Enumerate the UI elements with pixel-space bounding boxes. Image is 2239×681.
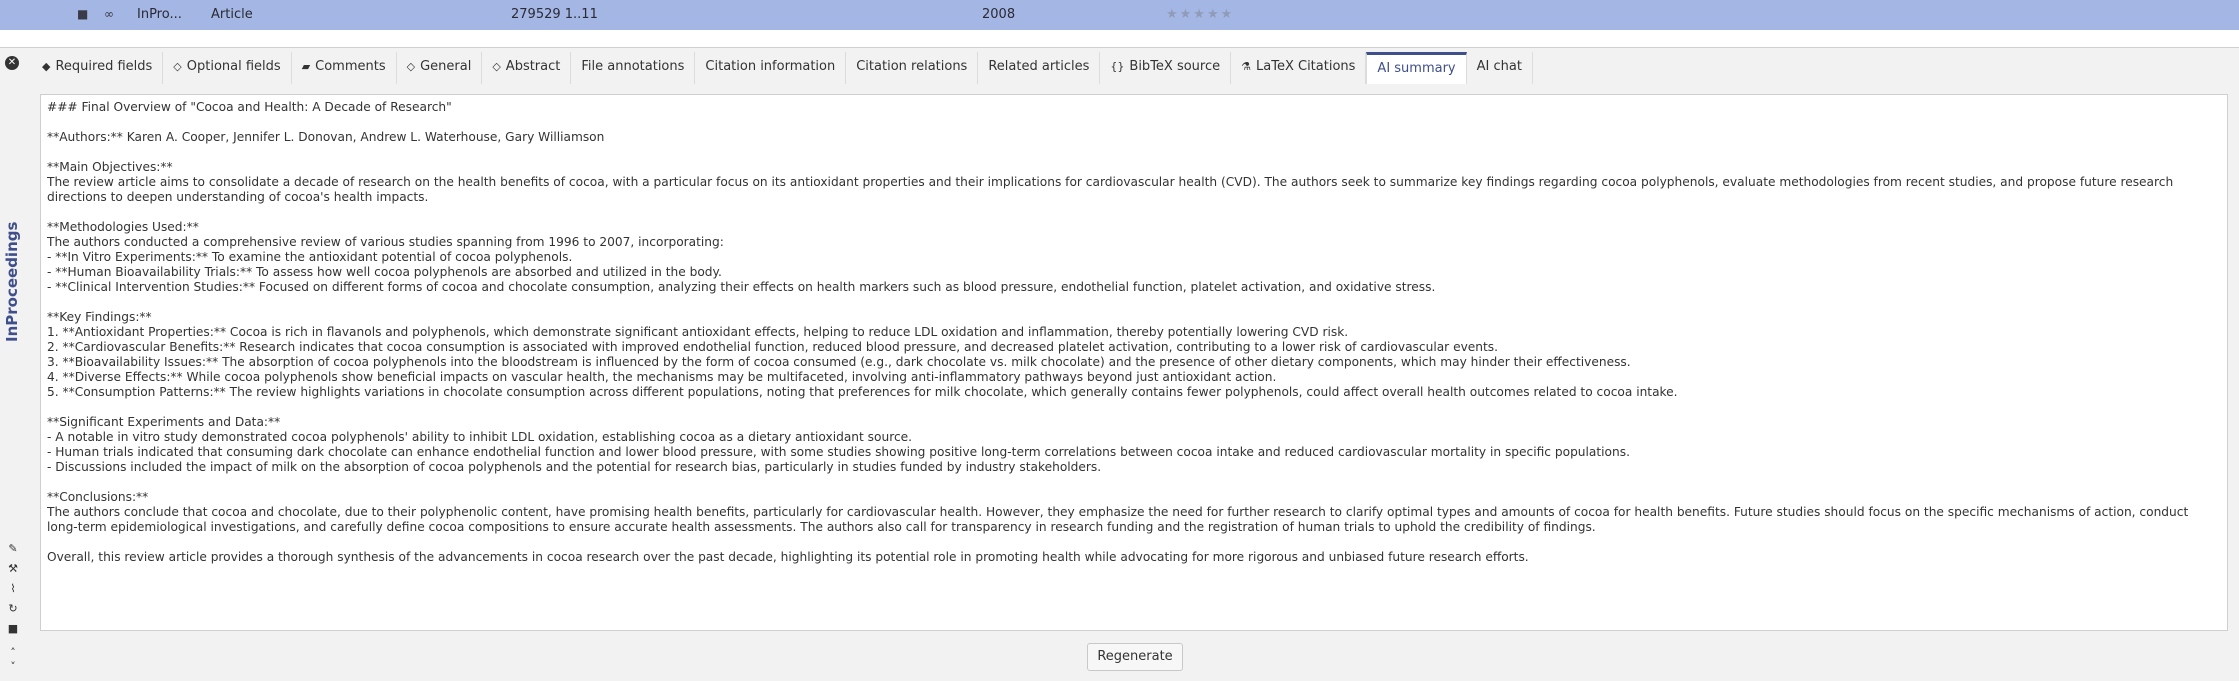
summary-line: 4. **Diverse Effects:** While cocoa poly… bbox=[47, 370, 1277, 384]
tag-outline-icon: ◇ bbox=[492, 60, 501, 73]
regenerate-button[interactable]: Regenerate bbox=[1087, 643, 1183, 671]
summary-line: - **In Vitro Experiments:** To examine t… bbox=[47, 250, 573, 264]
rating-stars[interactable]: ★★★★★ bbox=[1166, 7, 1234, 22]
entry-type-short: InPro... bbox=[137, 7, 182, 22]
summary-line bbox=[47, 295, 2221, 310]
tab-related-articles[interactable]: Related articles bbox=[978, 52, 1101, 84]
braces-icon: {} bbox=[1110, 60, 1125, 73]
table-bottom-area bbox=[0, 30, 2239, 48]
entry-year: 2008 bbox=[982, 7, 1016, 22]
summary-line: The authors conclude that cocoa and choc… bbox=[47, 505, 2189, 534]
summary-line: The authors conducted a comprehensive re… bbox=[47, 235, 724, 249]
chevron-up-icon[interactable]: ˄ bbox=[5, 646, 21, 660]
summary-line: **Main Objectives:** bbox=[47, 160, 173, 174]
tab-bibtex-source[interactable]: {} BibTeX source bbox=[1100, 52, 1232, 84]
entry-pages: 279529 1..11 bbox=[511, 7, 598, 22]
summary-line bbox=[47, 205, 2221, 220]
tab-latex-citations[interactable]: ⚗ LaTeX Citations bbox=[1231, 52, 1367, 84]
brush-icon[interactable]: ⌇ bbox=[5, 582, 21, 596]
tab-comments[interactable]: ▰ Comments bbox=[291, 52, 397, 84]
entry-type: Article bbox=[211, 7, 253, 22]
link-icon[interactable]: ∞ bbox=[104, 7, 114, 21]
summary-line: 2. **Cardiovascular Benefits:** Research… bbox=[47, 340, 1499, 354]
summary-line: **Significant Experiments and Data:** bbox=[47, 415, 281, 429]
summary-line bbox=[47, 400, 2221, 415]
summary-line: The review article aims to consolidate a… bbox=[47, 175, 2174, 204]
comment-icon: ▰ bbox=[301, 60, 311, 73]
summary-line: 3. **Bioavailability Issues:** The absor… bbox=[47, 355, 1631, 369]
tag-outline-icon: ◇ bbox=[406, 60, 416, 73]
latex-icon: ⚗ bbox=[1241, 60, 1252, 73]
summary-line: **Authors:** Karen A. Cooper, Jennifer L… bbox=[47, 130, 605, 144]
summary-line: **Conclusions:** bbox=[47, 490, 149, 504]
summary-line: **Key Findings:** bbox=[47, 310, 152, 324]
summary-line: Overall, this review article provides a … bbox=[47, 550, 1529, 564]
entry-table-selected-row[interactable]: ■ ∞ InPro... Article 279529 1..11 2008 ★… bbox=[0, 0, 2239, 30]
summary-line bbox=[47, 475, 2221, 490]
tab-citation-relations[interactable]: Citation relations bbox=[846, 52, 979, 84]
summary-line: - **Clinical Intervention Studies:** Foc… bbox=[47, 280, 1436, 294]
close-icon[interactable]: ✕ bbox=[5, 56, 19, 70]
refresh-icon[interactable]: ↻ bbox=[5, 602, 21, 616]
summary-line: 5. **Consumption Patterns:** The review … bbox=[47, 385, 1678, 399]
tag-outline-icon: ◇ bbox=[173, 60, 182, 73]
chevron-down-icon[interactable]: ˅ bbox=[5, 660, 21, 674]
tab-citation-information[interactable]: Citation information bbox=[695, 52, 847, 84]
file-icon[interactable]: ■ bbox=[77, 7, 88, 21]
summary-line: **Methodologies Used:** bbox=[47, 220, 199, 234]
wrench-icon[interactable]: ⚒ bbox=[5, 562, 21, 576]
summary-line: ### Final Overview of "Cocoa and Health:… bbox=[47, 100, 452, 114]
summary-line bbox=[47, 535, 2221, 550]
summary-line: - **Human Bioavailability Trials:** To a… bbox=[47, 265, 722, 279]
pencil-icon[interactable]: ✎ bbox=[5, 542, 21, 556]
entry-editor-side-panel: ✕ InProceedings ✎ ⚒ ⌇ ↻ ■ ˄ ˅ bbox=[0, 48, 26, 681]
tab-ai-chat[interactable]: AI chat bbox=[1466, 52, 1533, 84]
tab-file-annotations[interactable]: File annotations bbox=[571, 52, 696, 84]
tab-ai-summary[interactable]: AI summary bbox=[1366, 52, 1467, 84]
summary-line bbox=[47, 145, 2221, 160]
tab-abstract[interactable]: ◇ Abstract bbox=[482, 52, 572, 84]
tab-required-fields[interactable]: ◆ Required fields bbox=[32, 52, 164, 84]
tab-optional-fields[interactable]: ◇ Optional fields bbox=[163, 52, 292, 84]
entry-type-vertical-label: InProceedings bbox=[3, 221, 21, 342]
delete-icon[interactable]: ■ bbox=[5, 622, 21, 636]
summary-line: 1. **Antioxidant Properties:** Cocoa is … bbox=[47, 325, 1349, 339]
summary-line: - A notable in vitro study demonstrated … bbox=[47, 430, 913, 444]
ai-summary-text[interactable]: ### Final Overview of "Cocoa and Health:… bbox=[40, 94, 2228, 631]
tag-icon: ◆ bbox=[42, 60, 51, 73]
summary-line: - Human trials indicated that consuming … bbox=[47, 445, 1630, 459]
entry-editor-tabs: ◆ Required fields ◇ Optional fields ▰ Comme… bbox=[32, 52, 1533, 84]
summary-line: - Discussions included the impact of mil… bbox=[47, 460, 1102, 474]
summary-line bbox=[47, 115, 2221, 130]
tab-general[interactable]: ◇ General bbox=[396, 52, 483, 84]
